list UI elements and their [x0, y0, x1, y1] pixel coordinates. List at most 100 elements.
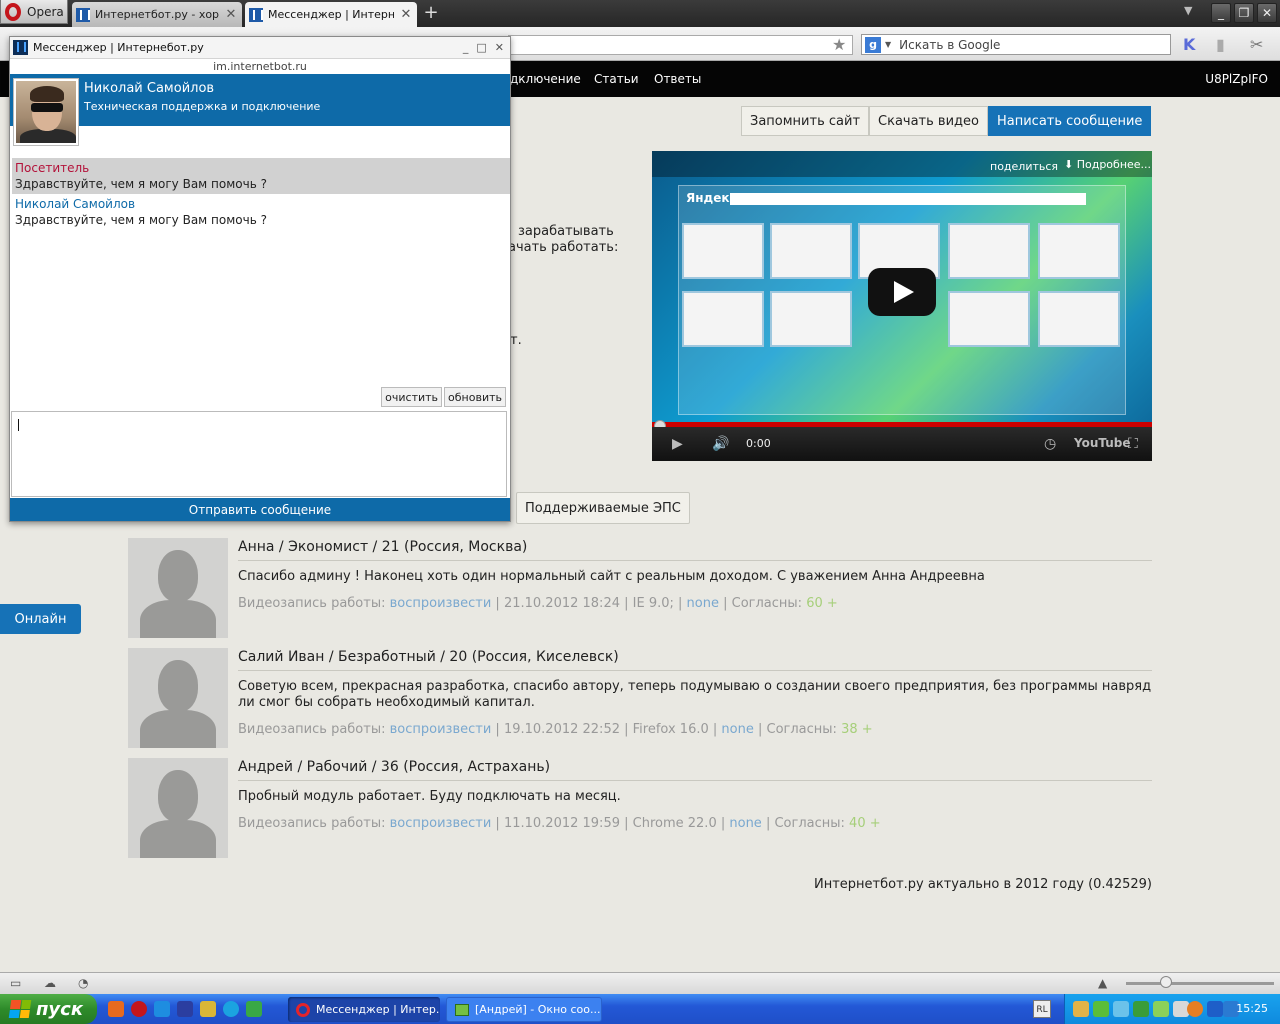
chat-message: Николай Самойлов Здравствуйте, чем я мог… — [12, 194, 510, 230]
search-input[interactable]: g ▼ Искать в Google — [861, 34, 1171, 55]
search-engine-chevron-icon[interactable]: ▼ — [885, 40, 891, 49]
video-share-link[interactable]: поделиться — [990, 160, 1058, 173]
bluetooth-icon[interactable] — [1207, 1001, 1223, 1017]
nav-item-answers[interactable]: Ответы — [654, 72, 701, 86]
bookmark-star-icon[interactable]: ★ — [832, 35, 846, 54]
close-window-icon[interactable]: ✕ — [1257, 3, 1277, 23]
play-video-link[interactable]: воспроизвести — [390, 722, 492, 737]
tab-title: Интернетбот.ру - хорош... — [95, 8, 219, 21]
network-icon[interactable] — [246, 1001, 262, 1017]
address-field[interactable] — [508, 35, 853, 55]
messenger-title-bar[interactable]: Мессенджер | Интернебот.ру _ □ ✕ — [10, 37, 510, 59]
play-video-link[interactable]: воспроизвести — [390, 596, 492, 611]
firefox-icon[interactable] — [108, 1001, 124, 1017]
tray-app-icon[interactable] — [1073, 1001, 1089, 1017]
review-meta: Видеозапись работы: воспроизвести | 21.1… — [238, 596, 838, 611]
system-tray: 15:25 — [1064, 994, 1280, 1024]
zoom-slider-handle[interactable] — [1160, 976, 1172, 988]
send-message-button[interactable]: Отправить сообщение — [10, 498, 510, 521]
language-indicator[interactable]: RL — [1033, 1000, 1051, 1018]
opera-menu-button[interactable]: Opera — [0, 0, 68, 24]
tray-app-icon[interactable] — [1133, 1001, 1149, 1017]
tray-network-icon[interactable] — [1153, 1001, 1169, 1017]
volume-icon[interactable]: 🔊 — [712, 436, 729, 452]
browser-tab-internetbot[interactable]: Интернетбот.ру - хорош... ✕ — [72, 2, 242, 27]
watch-later-clock-icon[interactable]: ◷ — [1044, 436, 1056, 452]
chat-log: Посетитель Здравствуйте, чем я могу Вам … — [12, 158, 510, 230]
taskbar-item-chat[interactable]: [Андрей] - Окно соо... — [446, 997, 602, 1022]
chat-message: Посетитель Здравствуйте, чем я могу Вам … — [12, 158, 510, 194]
intro-text-line: ачать работать: — [508, 240, 619, 255]
review-extra-link[interactable]: none — [729, 816, 761, 831]
download-video-button[interactable]: Скачать видео — [869, 106, 988, 136]
start-button[interactable]: пуск — [0, 994, 97, 1024]
fullscreen-icon[interactable]: ⛶ — [1128, 436, 1138, 452]
tab-supported-eps[interactable]: Поддерживаемые ЭПС — [516, 492, 690, 524]
k-extension-icon[interactable]: K — [1183, 35, 1195, 54]
video-top-bar: поделиться ⬇ Подробнее... — [652, 151, 1152, 177]
tab-close-icon[interactable]: ✕ — [224, 7, 238, 22]
agree-votes-button[interactable]: 60 + — [806, 596, 838, 611]
tools-extension-icon[interactable]: ✂ — [1250, 35, 1263, 54]
tab-close-icon[interactable]: ✕ — [399, 7, 413, 22]
video-player[interactable]: Яндекс поделиться ⬇ Подробнее... ▶ 🔊 0:0… — [652, 151, 1152, 461]
new-tab-button[interactable]: + — [422, 2, 440, 24]
nav-item-connect[interactable]: дключение — [510, 72, 581, 86]
review-browser: Chrome 22.0 — [632, 816, 717, 831]
review-item: Салий Иван / Безработный / 20 (Россия, К… — [128, 648, 1152, 748]
nav-item-articles[interactable]: Статьи — [594, 72, 639, 86]
panel-toggle-icon[interactable]: ▭ — [10, 976, 21, 990]
skype-icon[interactable] — [223, 1001, 239, 1017]
minimize-window-icon[interactable]: _ — [1211, 3, 1231, 23]
speed-dial-icon[interactable]: ◔ — [78, 976, 88, 990]
review-meta: Видеозапись работы: воспроизвести | 19.1… — [238, 722, 873, 737]
agree-votes-button[interactable]: 38 + — [841, 722, 873, 737]
video-thumbnail — [1038, 291, 1120, 347]
review-extra-link[interactable]: none — [687, 596, 719, 611]
clear-chat-button[interactable]: очистить — [381, 387, 443, 407]
tray-app-icon[interactable] — [1113, 1001, 1129, 1017]
restore-window-icon[interactable]: ❐ — [1234, 3, 1254, 23]
opera-logo-icon — [5, 2, 21, 21]
refresh-chat-button[interactable]: обновить — [444, 387, 506, 407]
meta-label: Видеозапись работы: — [238, 596, 386, 611]
online-chat-button[interactable]: Онлайн — [0, 604, 81, 634]
remember-site-button[interactable]: Запомнить сайт — [741, 106, 870, 136]
opera-icon[interactable] — [131, 1001, 147, 1017]
taskbar-item-opera[interactable]: Мессенджер | Интер... — [288, 997, 440, 1022]
video-more-link[interactable]: ⬇ Подробнее... — [1064, 158, 1151, 171]
cloud-icon[interactable]: ☁ — [44, 976, 56, 990]
review-date: 11.10.2012 19:59 — [503, 816, 620, 831]
tray-app-icon[interactable] — [1093, 1001, 1109, 1017]
video-play-big-button[interactable] — [868, 268, 936, 316]
review-author: Салий Иван / Безработный / 20 (Россия, К… — [238, 649, 1152, 671]
play-video-link[interactable]: воспроизвести — [390, 816, 492, 831]
stats-extension-icon[interactable]: ▮ — [1216, 35, 1225, 54]
messenger-icon[interactable] — [200, 1001, 216, 1017]
youtube-logo[interactable]: YouTube — [1074, 436, 1131, 450]
message-input[interactable] — [11, 411, 507, 497]
save-disk-icon[interactable] — [177, 1001, 193, 1017]
zoom-slider[interactable] — [1126, 982, 1274, 985]
tab-list-chevron-icon[interactable]: ▼ — [1184, 4, 1192, 17]
opera-menu-label: Opera — [27, 4, 64, 19]
user-id-link[interactable]: U8PlZpIFO — [1205, 72, 1268, 86]
agent-avatar — [13, 78, 79, 146]
play-icon[interactable]: ▶ — [672, 436, 683, 452]
system-clock[interactable]: 15:25 — [1236, 1002, 1268, 1015]
browser-tab-messenger[interactable]: Мессенджер | Интернеб... ✕ — [245, 2, 417, 27]
write-message-button[interactable]: Написать сообщение — [987, 106, 1152, 136]
tray-app-icon[interactable] — [1187, 1001, 1203, 1017]
chat-actions: очистить обновить — [381, 387, 506, 407]
maximize-icon[interactable]: □ — [476, 41, 486, 54]
action-bar: Запомнить сайт Скачать видео Написать со… — [741, 106, 1152, 136]
review-extra-link[interactable]: none — [721, 722, 753, 737]
minimize-icon[interactable]: _ — [463, 41, 469, 54]
close-icon[interactable]: ✕ — [495, 41, 504, 54]
zoom-up-icon[interactable]: ▲ — [1098, 976, 1107, 990]
internet-explorer-icon[interactable] — [154, 1001, 170, 1017]
agree-votes-button[interactable]: 40 + — [849, 816, 881, 831]
video-thumbnail — [770, 223, 852, 279]
agree-label: Согласны: — [766, 722, 837, 737]
agree-label: Согласны: — [774, 816, 845, 831]
